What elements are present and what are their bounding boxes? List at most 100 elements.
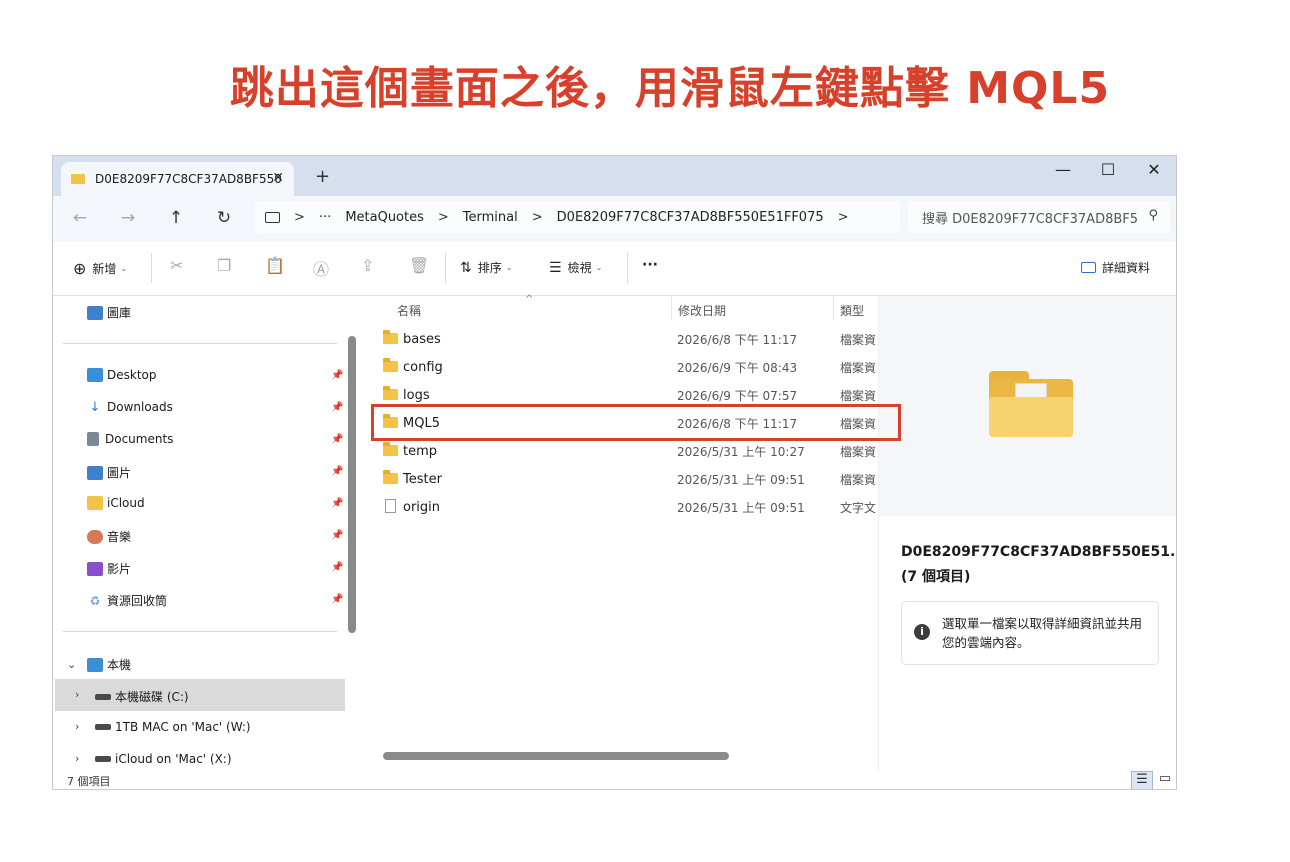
pin-icon[interactable]: 📌 [331,562,343,573]
selected-item-count: (7 個項目) [901,569,971,585]
paste-icon[interactable]: 📋 [265,256,285,275]
sidebar-item-music[interactable]: 音樂 [87,528,131,545]
folder-icon [87,496,103,510]
pin-icon[interactable]: 📌 [331,594,343,605]
sort-icon: ⇅ [460,259,472,276]
sidebar-item-gallery[interactable]: 圖庫 [87,304,131,321]
maximize-button[interactable]: ☐ [1093,160,1123,179]
file-row[interactable]: temp 2026/5/31 上午 10:27 檔案資 [383,437,883,465]
folder-icon [989,371,1073,437]
breadcrumb-item[interactable]: Terminal [463,210,518,225]
share-icon[interactable]: ⇪ [361,256,374,275]
info-icon: i [914,624,930,640]
sidebar-item-label: 影片 [107,562,132,576]
up-button[interactable]: ↑ [164,208,188,228]
sidebar-item-recycle-bin[interactable]: ♻ 資源回收筒 [87,592,167,609]
chevron-right-icon[interactable]: › [75,720,79,733]
details-view-icon[interactable]: ☰ [1131,771,1153,789]
highlight-box-mql5 [371,404,901,441]
chevron-down-icon[interactable]: ⌄ [67,658,76,671]
view-icon: ☰ [549,259,562,276]
file-date: 2026/6/8 下午 11:17 [677,332,798,347]
pin-icon[interactable]: 📌 [331,466,343,477]
file-name: origin [403,499,441,515]
cut-icon[interactable]: ✂ [170,256,183,275]
pin-icon[interactable]: 📌 [331,498,343,509]
sidebar-item-label: Desktop [107,368,157,382]
more-options-button[interactable]: ··· [642,257,658,273]
chevron-down-icon: ⌄ [595,263,603,272]
details-pane-label: 詳細資料 [1102,261,1151,275]
sidebar-item-drive-x[interactable]: iCloud on 'Mac' (X:) [95,752,232,766]
new-button[interactable]: ⊕ 新增 ⌄ [73,259,127,278]
sidebar-item-this-pc[interactable]: 本機 [87,656,131,673]
item-count: 7 個項目 [67,775,111,788]
pin-icon[interactable]: 📌 [331,402,343,413]
column-divider[interactable] [671,296,672,320]
file-row[interactable]: Tester 2026/5/31 上午 09:51 檔案資 [383,465,883,493]
close-window-button[interactable]: ✕ [1139,160,1169,179]
column-divider[interactable] [833,296,834,320]
chevron-right-icon: > [531,209,543,225]
file-row[interactable]: origin 2026/5/31 上午 09:51 文字文 [383,493,883,521]
copy-icon[interactable]: ❐ [217,256,231,275]
document-icon [87,432,99,446]
pin-icon[interactable]: 📌 [331,370,343,381]
sort-button[interactable]: ⇅ 排序 ⌄ [460,259,512,276]
sidebar-item-desktop[interactable]: Desktop [87,368,157,382]
preview-area [879,296,1176,516]
large-icons-view-icon[interactable]: ▭ [1154,771,1176,789]
details-pane-button[interactable]: 詳細資料 [1081,259,1150,276]
back-button[interactable]: ← [68,208,92,228]
file-row[interactable]: config 2026/6/9 下午 08:43 檔案資 [383,353,883,381]
file-date: 2026/5/31 上午 09:51 [677,472,805,487]
chevron-right-icon[interactable]: › [75,752,79,765]
horizontal-scrollbar[interactable] [383,752,729,760]
chevron-right-icon: > [294,209,305,225]
breadcrumb-overflow[interactable]: ··· [319,210,331,225]
minimize-button[interactable]: — [1048,160,1078,179]
sidebar-item-drive-w[interactable]: 1TB MAC on 'Mac' (W:) [95,720,251,734]
forward-button[interactable]: → [116,208,140,228]
breadcrumb-item[interactable]: D0E8209F77C8CF37AD8BF550E51FF075 [557,210,824,225]
sidebar-divider [63,631,337,632]
file-type: 檔案資 [840,472,877,487]
download-icon: ↓ [89,400,101,415]
chevron-right-icon: > [437,209,449,225]
folder-icon [383,442,398,456]
file-explorer-window: D0E8209F77C8CF37AD8BF550 ✕ + — ☐ ✕ ← → ↑… [52,155,1177,790]
column-header-date[interactable]: 修改日期 [678,302,726,319]
search-input[interactable]: 搜尋 D0E8209F77C8CF37AD8BF5 ⚲ [908,201,1170,233]
sidebar-scrollbar[interactable] [348,336,356,633]
music-icon [87,529,103,544]
file-type: 檔案資 [840,388,877,403]
sidebar-item-icloud[interactable]: iCloud [87,496,145,510]
column-header-name[interactable]: 名稱 [397,302,421,319]
breadcrumb-item[interactable]: MetaQuotes [345,210,424,225]
sidebar-item-drive-c[interactable]: 本機磁碟 (C:) [95,688,189,705]
chevron-down-icon: ⌄ [505,263,513,272]
refresh-button[interactable]: ↻ [212,208,236,228]
pin-icon[interactable]: 📌 [331,434,343,445]
folder-icon [383,386,398,400]
file-date: 2026/6/9 下午 08:43 [677,360,798,375]
chevron-right-icon[interactable]: › [75,688,79,701]
column-header-type[interactable]: 類型 [840,302,864,319]
details-pane-icon [1081,262,1096,273]
tab-current-folder[interactable]: D0E8209F77C8CF37AD8BF550 ✕ [61,162,294,196]
delete-icon[interactable]: 🗑 [409,256,429,275]
new-tab-button[interactable]: + [315,166,330,187]
gallery-icon [87,305,103,320]
sidebar-item-pictures[interactable]: 圖片 [87,464,131,481]
sidebar-item-documents[interactable]: Documents [87,432,173,446]
sidebar-item-label: 圖庫 [107,306,132,320]
file-row[interactable]: bases 2026/6/8 下午 11:17 檔案資 [383,325,883,353]
close-tab-icon[interactable]: ✕ [272,170,284,186]
sidebar-item-label: Documents [105,432,174,446]
address-bar[interactable]: > ··· MetaQuotes > Terminal > D0E8209F77… [255,201,900,233]
view-button[interactable]: ☰ 檢視 ⌄ [549,259,602,276]
sidebar-item-downloads[interactable]: ↓ Downloads [87,400,173,415]
sidebar-item-videos[interactable]: 影片 [87,560,131,577]
pin-icon[interactable]: 📌 [331,530,343,541]
rename-icon[interactable]: Ⓐ [313,256,329,280]
